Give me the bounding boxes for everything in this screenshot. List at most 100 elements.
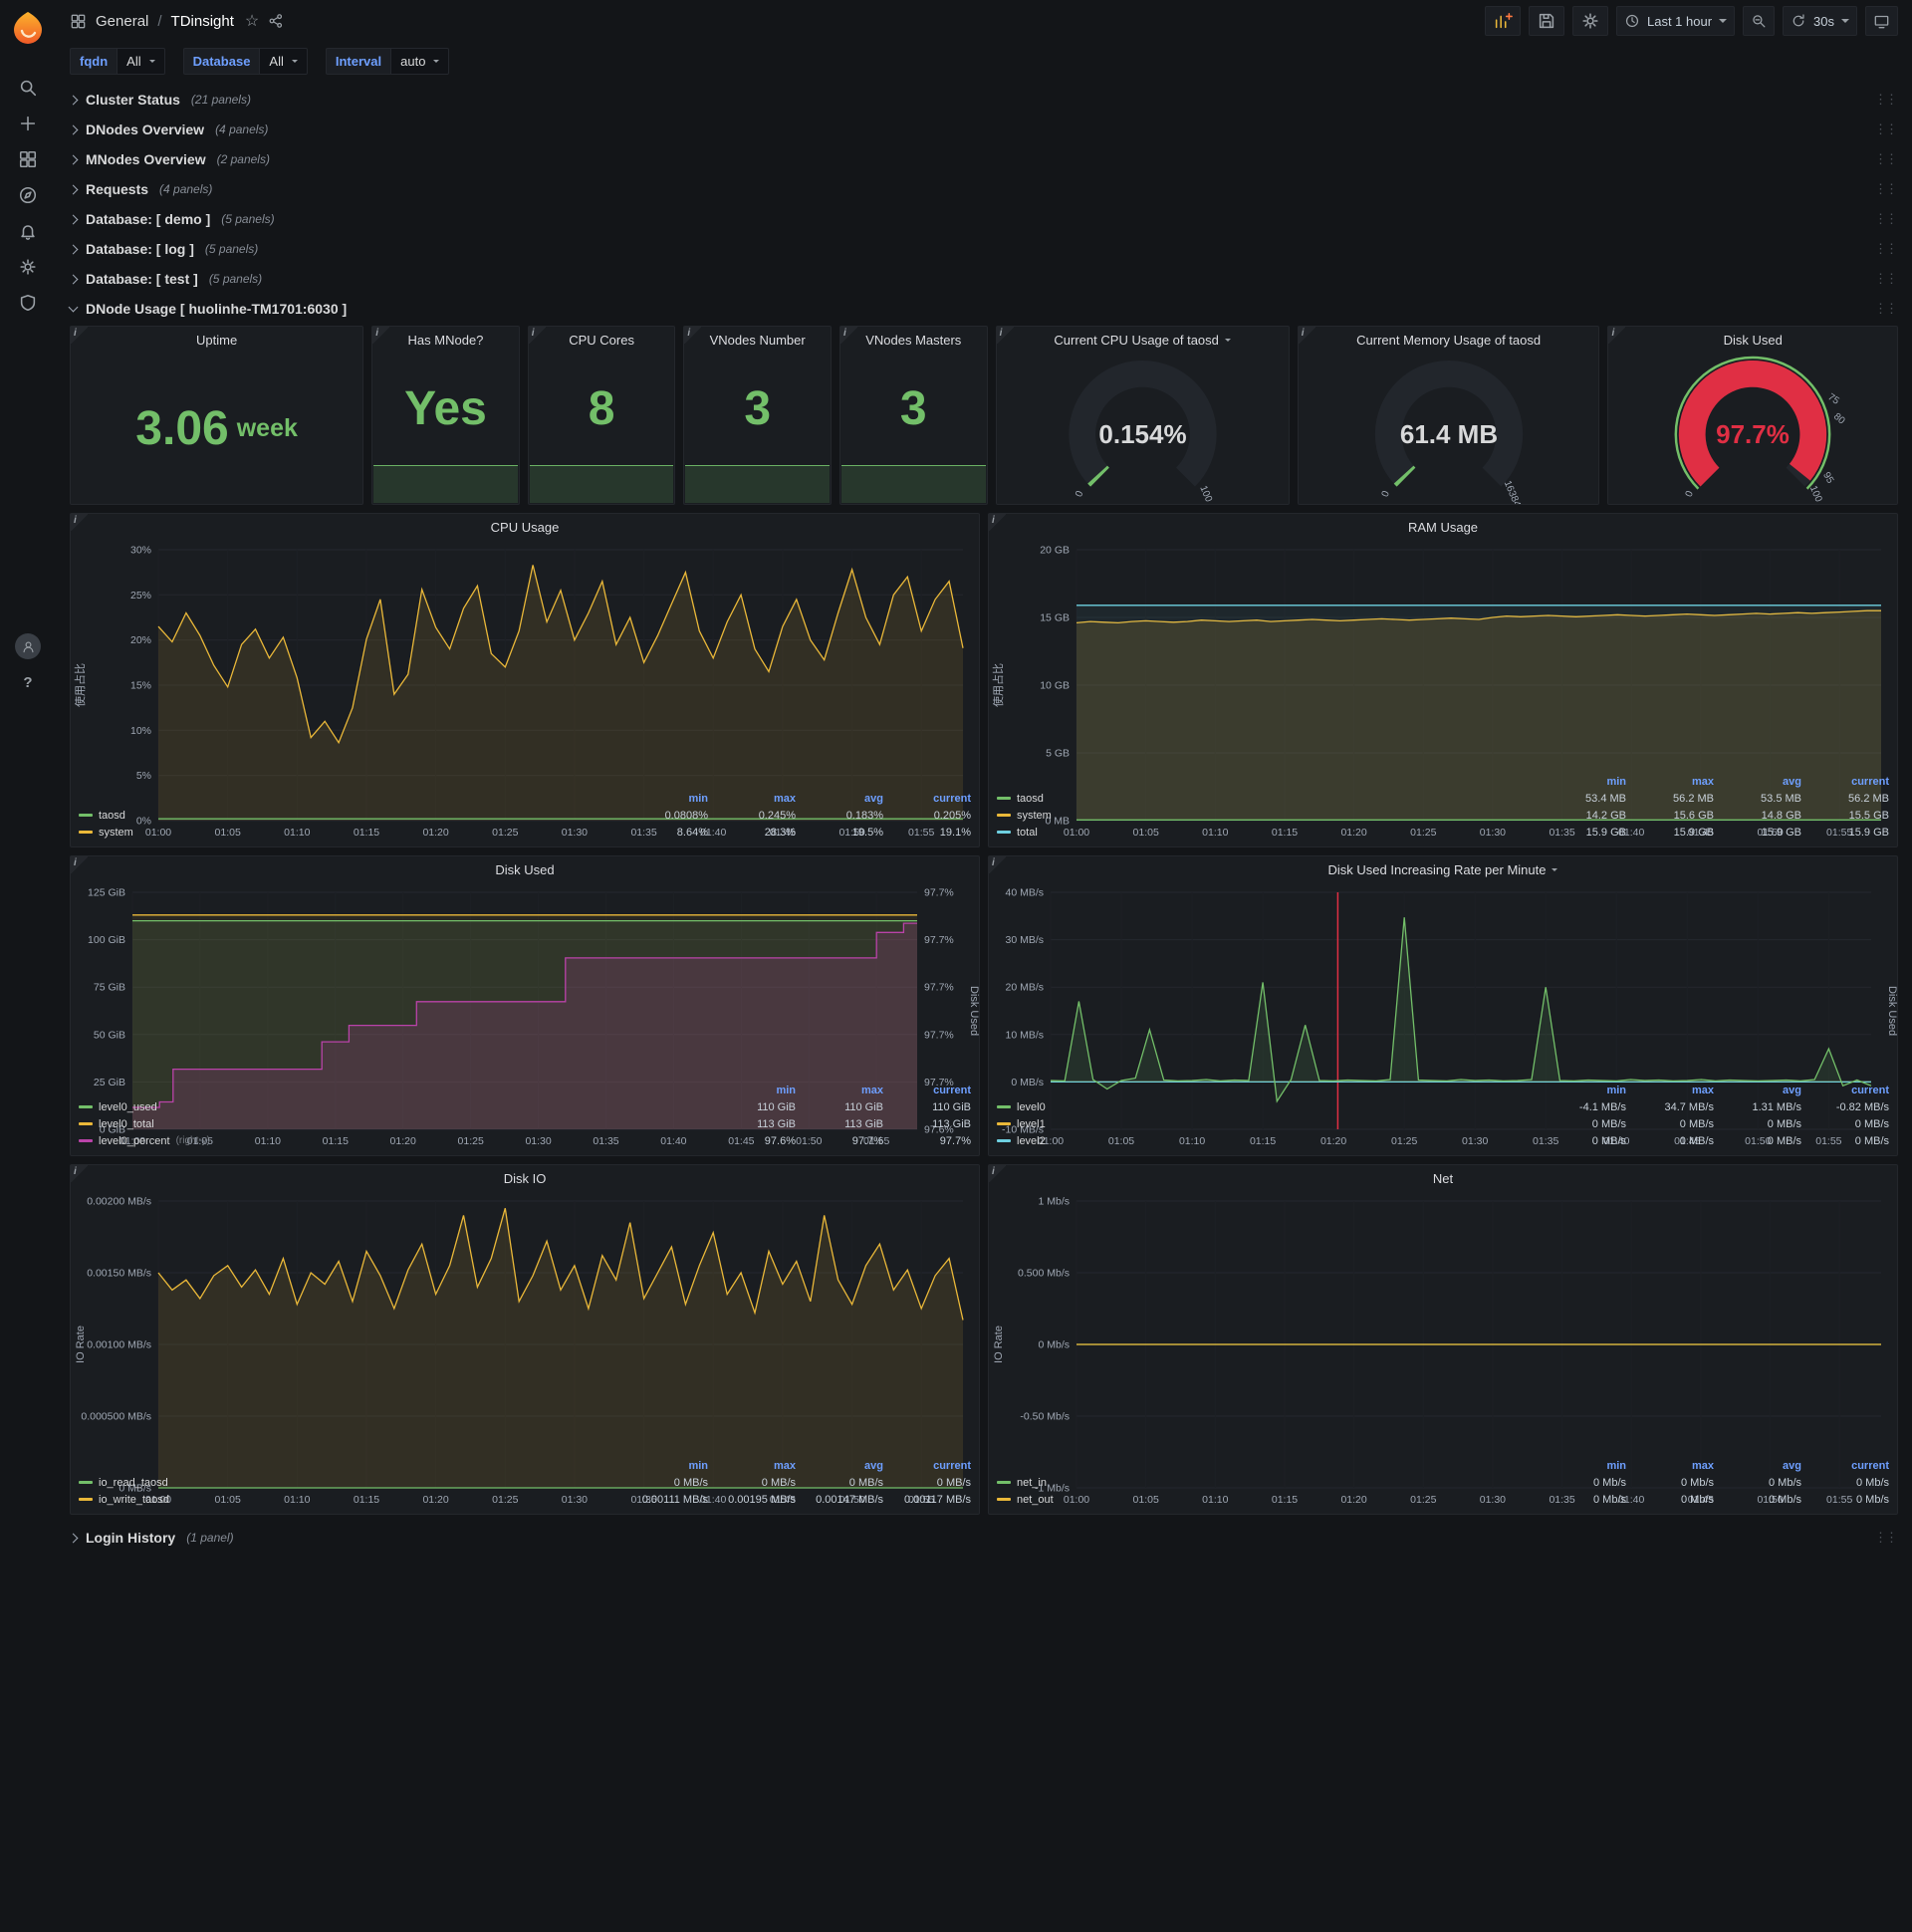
row-dnode-usage[interactable]: DNode Usage [ huolinhe-TM1701:6030 ] ⋮⋮ <box>68 294 1898 324</box>
row-login-history[interactable]: Login History (1 panel) ⋮⋮ <box>68 1523 1898 1553</box>
drag-handle-icon[interactable]: ⋮⋮ <box>1874 92 1898 108</box>
panel-info-icon[interactable]: i <box>989 1165 1006 1182</box>
row-cluster-status[interactable]: Cluster Status (21 panels) ⋮⋮ <box>68 85 1898 115</box>
panel-title-cpu-usage[interactable]: CPU Usage <box>71 514 979 540</box>
panel-info-icon[interactable]: i <box>528 327 546 344</box>
panel-title-current-cpu-usage[interactable]: Current CPU Usage of taosd <box>997 327 1289 353</box>
disk-rate-chart[interactable]: 40 MB/s 30 MB/s 20 MB/s 10 MB/s 0 MB/s -10 MB… <box>989 882 1897 1148</box>
ram-usage-legend[interactable]: min max avg current taosd 53.4 MB 56.2 MB 53.5 … <box>989 773 1897 846</box>
ram-usage-chart[interactable]: 20 GB 15 GB 10 GB 5 GB 0 MB 01:00 01:05 01:10 01… <box>989 540 1897 839</box>
drag-handle-icon[interactable]: ⋮⋮ <box>1874 181 1898 197</box>
panel-title-ram-usage[interactable]: RAM Usage <box>989 514 1897 540</box>
panel-info-icon[interactable]: i <box>71 514 88 531</box>
chart-row-1: i CPU Usage 30% 25% 20% 15% 10% 5% 0% 01:00 01:0… <box>70 513 1898 847</box>
panel-info-icon[interactable]: i <box>372 327 390 344</box>
caret-down-icon <box>1719 19 1728 23</box>
kiosk-tv-button[interactable] <box>1865 6 1898 36</box>
dashboard-settings-button[interactable] <box>1571 6 1608 36</box>
dashboards-icon[interactable] <box>11 141 45 177</box>
zoom-out-time-button[interactable] <box>1743 6 1776 36</box>
top-navbar: General / TDinsight ☆ Last 1 hour 30s <box>56 0 1912 42</box>
drag-handle-icon[interactable]: ⋮⋮ <box>1874 271 1898 287</box>
panel-info-icon[interactable]: i <box>996 327 1014 344</box>
drag-handle-icon[interactable]: ⋮⋮ <box>1874 301 1898 317</box>
time-range-picker[interactable]: Last 1 hour <box>1615 6 1736 36</box>
row-database-demo[interactable]: Database: [ demo ] (5 panels) ⋮⋮ <box>68 204 1898 234</box>
panel-info-icon[interactable]: i <box>71 327 88 344</box>
sparkline <box>840 465 986 503</box>
net-chart[interactable]: 1 Mb/s 0.500 Mb/s 0 Mb/s -0.50 Mb/s -1 Mb/s 0… <box>989 1191 1897 1506</box>
server-admin-shield-icon[interactable] <box>11 285 45 321</box>
panel-title-has-mnode[interactable]: Has MNode? <box>372 327 519 353</box>
svg-text:0.00100 MB/s: 0.00100 MB/s <box>87 1339 151 1351</box>
panel-title-disk-io[interactable]: Disk IO <box>71 1165 979 1191</box>
row-mnodes-overview[interactable]: MNodes Overview (2 panels) ⋮⋮ <box>68 144 1898 174</box>
panel-cpu-usage: i CPU Usage 30% 25% 20% 15% 10% 5% 0% 01:00 01:0… <box>70 513 980 847</box>
panel-info-icon[interactable]: i <box>1298 327 1315 344</box>
row-title: Database: [ log ] <box>86 241 194 257</box>
panel-title-uptime[interactable]: Uptime <box>71 327 362 353</box>
panel-info-icon[interactable]: i <box>684 327 702 344</box>
save-dashboard-button[interactable] <box>1528 6 1564 36</box>
variable-interval-value[interactable]: auto <box>391 48 450 75</box>
row-dnodes-overview[interactable]: DNodes Overview (4 panels) ⋮⋮ <box>68 115 1898 144</box>
disk-used-chart[interactable]: 125 GiB 97.7% 100 GiB 97.7% 75 GiB 97.7% 50 Gi… <box>71 882 979 1148</box>
help-icon[interactable]: ? <box>15 669 41 695</box>
net-legend[interactable]: min max avg current net_in 0 Mb/s 0 Mb/s 0 Mb/s… <box>989 1457 1897 1514</box>
breadcrumb-folder[interactable]: General <box>96 13 148 30</box>
drag-handle-icon[interactable]: ⋮⋮ <box>1874 1530 1898 1546</box>
drag-handle-icon[interactable]: ⋮⋮ <box>1874 121 1898 137</box>
panel-title-cpu-cores[interactable]: CPU Cores <box>529 327 675 353</box>
sparkline <box>373 465 518 503</box>
panel-info-icon[interactable]: i <box>989 514 1006 531</box>
user-avatar[interactable] <box>15 633 41 659</box>
panel-info-icon[interactable]: i <box>71 1165 88 1182</box>
panel-title-disk-rate[interactable]: Disk Used Increasing Rate per Minute <box>989 856 1897 882</box>
search-icon[interactable] <box>11 70 45 106</box>
disk-io-chart[interactable]: 0.00200 MB/s 0.00150 MB/s 0.00100 MB/s 0.00… <box>71 1191 979 1506</box>
svg-text:使用占比: 使用占比 <box>991 663 1005 707</box>
panel-title-net[interactable]: Net <box>989 1165 1897 1191</box>
configuration-gear-icon[interactable] <box>11 249 45 285</box>
disk-used-legend[interactable]: min max current level0_used 110 GiB 110 GiB 11… <box>71 1082 979 1155</box>
panel-info-icon[interactable]: i <box>71 856 88 873</box>
drag-handle-icon[interactable]: ⋮⋮ <box>1874 211 1898 227</box>
favorite-star-icon[interactable]: ☆ <box>245 11 259 31</box>
caret-down-icon <box>291 60 298 63</box>
disk-io-legend[interactable]: min max avg current io_read_taosd 0 MB/s 0 MB/… <box>71 1457 979 1514</box>
refresh-button[interactable]: 30s <box>1783 6 1857 36</box>
variable-database-label: Database <box>182 48 261 75</box>
explore-compass-icon[interactable] <box>11 177 45 213</box>
alerting-bell-icon[interactable] <box>11 213 45 249</box>
add-panel-button[interactable] <box>1484 6 1521 36</box>
disk-used-gauge: 0 100 75 80 95 97.7% <box>1608 353 1897 504</box>
panel-info-icon[interactable]: i <box>839 327 857 344</box>
svg-text:0: 0 <box>1684 489 1696 499</box>
panel-info-icon[interactable]: i <box>989 856 1006 873</box>
row-database-log[interactable]: Database: [ log ] (5 panels) ⋮⋮ <box>68 234 1898 264</box>
svg-text:20 MB/s: 20 MB/s <box>1005 982 1044 994</box>
sidebar: ? <box>0 0 56 1932</box>
uptime-value: 3.06 week <box>135 401 298 455</box>
svg-text:0.500 Mb/s: 0.500 Mb/s <box>1018 1268 1070 1280</box>
drag-handle-icon[interactable]: ⋮⋮ <box>1874 151 1898 167</box>
drag-handle-icon[interactable]: ⋮⋮ <box>1874 241 1898 257</box>
panel-title-vnodes-number[interactable]: VNodes Number <box>684 327 831 353</box>
row-requests[interactable]: Requests (4 panels) ⋮⋮ <box>68 174 1898 204</box>
panel-title-vnodes-masters[interactable]: VNodes Masters <box>840 327 987 353</box>
disk-rate-legend[interactable]: min max avg current level0 -4.1 MB/s 34.7 MB/s… <box>989 1082 1897 1155</box>
svg-text:1 Mb/s: 1 Mb/s <box>1038 1196 1070 1208</box>
panel-title-disk-used[interactable]: Disk Used <box>1608 327 1897 353</box>
panel-title-disk-used-graph[interactable]: Disk Used <box>71 856 979 882</box>
cpu-usage-legend[interactable]: min max avg current taosd 0.0808% 0.245% 0.183%… <box>71 790 979 846</box>
panel-info-icon[interactable]: i <box>1608 327 1626 344</box>
grafana-logo-icon[interactable] <box>10 10 46 46</box>
create-plus-icon[interactable] <box>11 106 45 141</box>
cpu-usage-chart[interactable]: 30% 25% 20% 15% 10% 5% 0% 01:00 01:05 01:10 01:15 0… <box>71 540 979 839</box>
variable-database-value[interactable]: All <box>260 48 308 75</box>
row-database-test[interactable]: Database: [ test ] (5 panels) ⋮⋮ <box>68 264 1898 294</box>
variable-fqdn-value[interactable]: All <box>118 48 165 75</box>
panel-title-current-memory-usage[interactable]: Current Memory Usage of taosd <box>1299 327 1599 353</box>
share-icon[interactable] <box>268 13 284 29</box>
svg-text:15%: 15% <box>130 680 151 692</box>
